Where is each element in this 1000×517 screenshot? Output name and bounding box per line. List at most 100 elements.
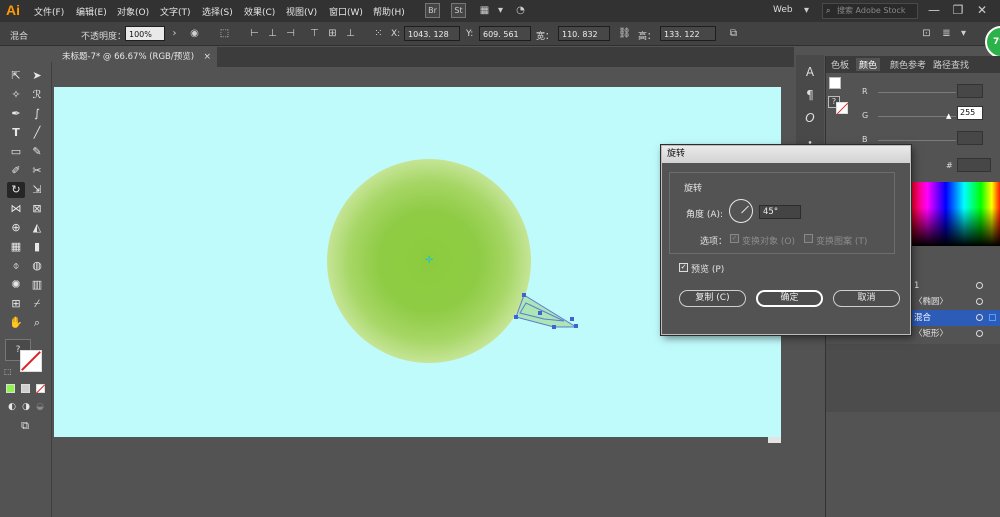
rectangle-tool-icon[interactable]: ▭ xyxy=(7,144,25,160)
x-input[interactable]: 1043. 128 xyxy=(404,26,460,41)
minimize-button[interactable]: — xyxy=(924,3,944,18)
tab-color-guide[interactable]: 颜色参考 xyxy=(890,58,926,71)
transform-objects-checkbox[interactable]: ✓ xyxy=(730,234,739,243)
shaper-tool-icon[interactable]: ✐ xyxy=(7,163,25,179)
transform-patterns-checkbox[interactable] xyxy=(804,234,813,243)
stroke-swatch[interactable] xyxy=(20,350,42,372)
menu-view[interactable]: 视图(V) xyxy=(286,5,317,18)
bridge-button[interactable]: Br xyxy=(425,3,440,18)
align-to-icon[interactable]: ⬚ xyxy=(218,27,231,40)
menu-help[interactable]: 帮助(H) xyxy=(373,5,405,18)
menu-window[interactable]: 窗口(W) xyxy=(329,5,363,18)
close-button[interactable]: ✕ xyxy=(972,3,992,18)
artboard-tool-icon[interactable]: ⊞ xyxy=(7,296,25,312)
opentype-panel-icon[interactable]: O xyxy=(796,107,824,129)
chevron-down-icon[interactable]: ▾ xyxy=(957,27,970,40)
layer-row[interactable]: 1 xyxy=(911,278,1000,294)
rotate-tool-icon[interactable]: ↻ xyxy=(7,182,25,198)
chevron-right-icon[interactable]: › xyxy=(168,27,181,40)
link-proportions-icon[interactable]: ⛓ xyxy=(618,27,631,40)
perspective-grid-tool-icon[interactable]: ◭ xyxy=(28,220,46,236)
preview-checkbox[interactable]: ✓ xyxy=(679,263,688,272)
red-slider[interactable] xyxy=(878,92,956,93)
lasso-tool-icon[interactable]: ℛ xyxy=(28,87,46,103)
mesh-tool-icon[interactable]: ▦ xyxy=(7,239,25,255)
gradient-mode-button[interactable] xyxy=(21,384,30,393)
free-transform-tool-icon[interactable]: ⊠ xyxy=(28,201,46,217)
fill-color-swatch[interactable] xyxy=(829,77,841,89)
chevron-down-icon[interactable]: ▾ xyxy=(800,4,813,17)
layer-row-selected[interactable]: 混合 xyxy=(911,310,1000,326)
color-mode-button[interactable] xyxy=(6,384,15,393)
align-vcenter-icon[interactable]: ⊞ xyxy=(326,27,339,40)
green-slider[interactable] xyxy=(878,116,956,117)
stock-button[interactable]: St xyxy=(451,3,466,18)
tab-swatches[interactable]: 色板 xyxy=(831,58,849,71)
curvature-tool-icon[interactable]: ∫ xyxy=(28,106,46,122)
gradient-tool-icon[interactable]: ▮ xyxy=(28,239,46,255)
align-hcenter-icon[interactable]: ⊥ xyxy=(266,27,279,40)
none-mode-button[interactable] xyxy=(35,384,46,394)
align-top-icon[interactable]: ⊤ xyxy=(308,27,321,40)
default-colors-icon[interactable]: ⬚ xyxy=(4,367,12,376)
blue-slider[interactable] xyxy=(878,140,956,141)
tab-color[interactable]: 颜色 xyxy=(856,58,881,71)
recolor-artwork-icon[interactable]: ◉ xyxy=(188,27,201,40)
menu-effect[interactable]: 效果(C) xyxy=(244,5,275,18)
menu-object[interactable]: 对象(O) xyxy=(117,5,149,18)
width-input[interactable]: 110. 832 xyxy=(558,26,610,41)
blend-tool-icon[interactable]: ◍ xyxy=(28,258,46,274)
layer-row[interactable]: 〈椭圆〉 xyxy=(911,294,1000,310)
panel-menu-icon[interactable]: ≣ xyxy=(940,27,953,40)
column-graph-tool-icon[interactable]: ▥ xyxy=(28,277,46,293)
eyedropper-tool-icon[interactable]: ⌽ xyxy=(7,258,25,274)
opacity-input[interactable]: 100% xyxy=(125,26,165,41)
direct-selection-tool-icon[interactable]: ➤ xyxy=(28,68,46,84)
slice-tool-icon[interactable]: ⌿ xyxy=(28,296,46,312)
screen-mode-icon[interactable]: ⧉ xyxy=(16,418,34,434)
draw-inside-icon[interactable]: ◒ xyxy=(31,399,49,415)
tab-pathfinder[interactable]: 路径查找 xyxy=(933,58,969,71)
target-icon[interactable] xyxy=(976,282,983,289)
scissors-tool-icon[interactable]: ✂ xyxy=(28,163,46,179)
align-bottom-icon[interactable]: ⊥ xyxy=(344,27,357,40)
symbol-sprayer-tool-icon[interactable]: ✺ xyxy=(7,277,25,293)
paintbrush-tool-icon[interactable]: ✎ xyxy=(28,144,46,160)
blend-object-preview[interactable] xyxy=(504,283,584,335)
green-input[interactable]: 255 xyxy=(957,106,983,120)
menu-file[interactable]: 文件(F) xyxy=(34,5,64,18)
character-panel-icon[interactable]: A xyxy=(796,61,824,83)
layer-row[interactable]: 〈矩形〉 xyxy=(911,326,1000,342)
angle-dial-icon[interactable] xyxy=(729,199,753,223)
target-icon[interactable] xyxy=(976,314,983,321)
y-input[interactable]: 609. 561 xyxy=(479,26,531,41)
selection-indicator-icon[interactable] xyxy=(989,314,996,321)
paragraph-panel-icon[interactable]: ¶ xyxy=(796,84,824,106)
arrange-documents-icon[interactable]: ▦ xyxy=(478,4,491,17)
align-left-icon[interactable]: ⊢ xyxy=(248,27,261,40)
hex-input[interactable] xyxy=(957,158,991,172)
selection-tool-icon[interactable]: ⇱ xyxy=(7,68,25,84)
stroke-none-swatch[interactable] xyxy=(836,102,849,115)
angle-input[interactable]: 45° xyxy=(759,205,801,219)
color-spectrum[interactable] xyxy=(909,182,1000,246)
type-tool-icon[interactable]: T xyxy=(7,125,25,141)
menu-edit[interactable]: 编辑(E) xyxy=(76,5,107,18)
maximize-button[interactable]: ❐ xyxy=(948,3,968,18)
gpu-performance-icon[interactable]: ◔ xyxy=(514,4,527,17)
cancel-button[interactable]: 取消 xyxy=(833,290,900,307)
height-input[interactable]: 133. 122 xyxy=(660,26,716,41)
menu-select[interactable]: 选择(S) xyxy=(202,5,233,18)
menu-type[interactable]: 文字(T) xyxy=(160,5,191,18)
chevron-down-icon[interactable]: ▾ xyxy=(494,4,507,17)
target-icon[interactable] xyxy=(976,298,983,305)
align-right-icon[interactable]: ⊣ xyxy=(284,27,297,40)
magic-wand-tool-icon[interactable]: ✧ xyxy=(7,87,25,103)
ok-button[interactable]: 确定 xyxy=(756,290,823,307)
pen-tool-icon[interactable]: ✒ xyxy=(7,106,25,122)
stock-search-input[interactable]: ⌕ 搜索 Adobe Stock xyxy=(822,3,918,19)
hand-tool-icon[interactable]: ✋ xyxy=(7,315,25,331)
transform-icon[interactable]: ⧉ xyxy=(727,27,740,40)
workspace-switcher[interactable]: Web xyxy=(773,5,793,15)
blue-input[interactable] xyxy=(957,131,983,145)
